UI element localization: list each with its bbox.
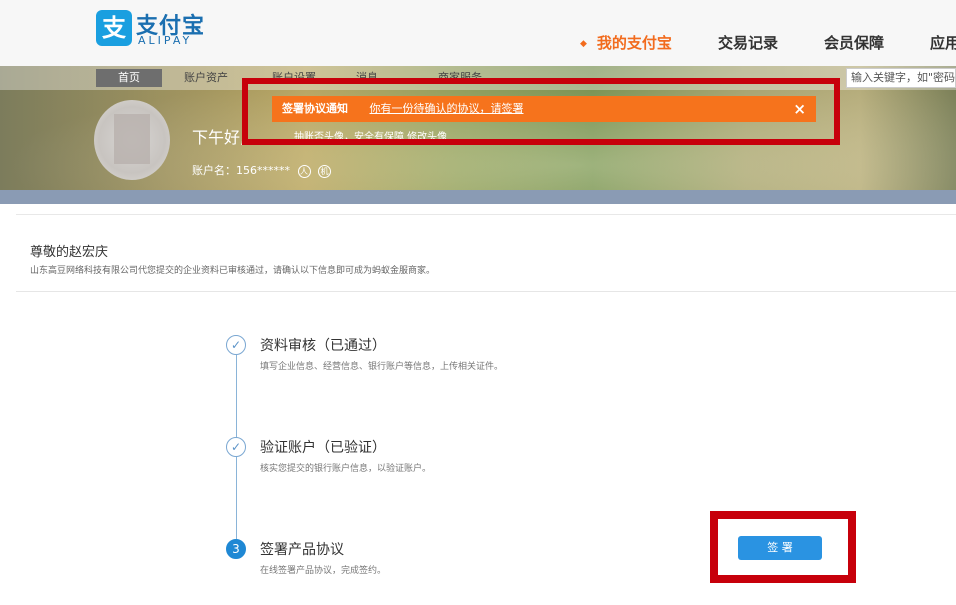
main-content: 尊敬的赵宏庆 山东高豆网络科技有限公司代您提交的企业资料已审核通过，请确认以下信… bbox=[16, 214, 956, 605]
logo-text-en: ALIPAY bbox=[138, 34, 193, 47]
alipay-logo[interactable]: 支 支付宝 ALIPAY bbox=[96, 10, 206, 50]
step-title: 签署产品协议 bbox=[260, 542, 344, 558]
avatar-blur bbox=[114, 114, 150, 164]
check-icon: ✓ bbox=[226, 437, 246, 457]
step-title: 验证账户（已验证） bbox=[260, 440, 386, 456]
step-number-icon: 3 bbox=[226, 539, 246, 559]
nav-transactions[interactable]: 交易记录 bbox=[718, 32, 778, 53]
step-description: 核实您提交的银行账户信息，以验证账户。 bbox=[260, 464, 432, 474]
greeting-text: 下午好, bbox=[192, 128, 246, 147]
banner-divider-strip bbox=[0, 190, 956, 204]
step-title: 资料审核（已通过） bbox=[260, 338, 386, 354]
nav-my-alipay[interactable]: 我的支付宝 bbox=[580, 32, 672, 53]
subnav-assets[interactable]: 账户资产 bbox=[184, 69, 228, 87]
company-message: 山东高豆网络科技有限公司代您提交的企业资料已审核通过，请确认以下信息即可成为蚂蚁… bbox=[30, 266, 436, 276]
highlight-box-notice bbox=[242, 78, 840, 145]
main-nav: 我的支付宝 交易记录 会员保障 应用 bbox=[580, 32, 956, 53]
nav-member-protection[interactable]: 会员保障 bbox=[824, 32, 884, 53]
nav-apps[interactable]: 应用 bbox=[930, 32, 956, 53]
alipay-page: 支 支付宝 ALIPAY 我的支付宝 交易记录 会员保障 应用 首页 账户资产 … bbox=[0, 0, 956, 605]
account-name: 账户名：156****** 人 机 bbox=[192, 162, 331, 178]
divider bbox=[16, 291, 956, 292]
subnav-home[interactable]: 首页 bbox=[96, 69, 162, 87]
step-description: 填写企业信息、经营信息、银行账户等信息，上传相关证件。 bbox=[260, 362, 504, 372]
check-icon: ✓ bbox=[226, 335, 246, 355]
top-header: 支 支付宝 ALIPAY 我的支付宝 交易记录 会员保障 应用 bbox=[0, 0, 956, 66]
account-label: 账户名：156****** bbox=[192, 164, 290, 177]
avatar[interactable] bbox=[94, 100, 170, 180]
step-description: 在线签署产品协议，完成签约。 bbox=[260, 566, 387, 576]
search-input[interactable]: 输入关键字，如"密码" bbox=[846, 68, 956, 88]
alipay-logo-icon: 支 bbox=[96, 10, 132, 46]
highlight-box-sign bbox=[710, 511, 856, 583]
salutation: 尊敬的赵宏庆 bbox=[30, 245, 109, 260]
phone-icon[interactable]: 机 bbox=[318, 164, 331, 178]
user-icon[interactable]: 人 bbox=[297, 164, 311, 178]
